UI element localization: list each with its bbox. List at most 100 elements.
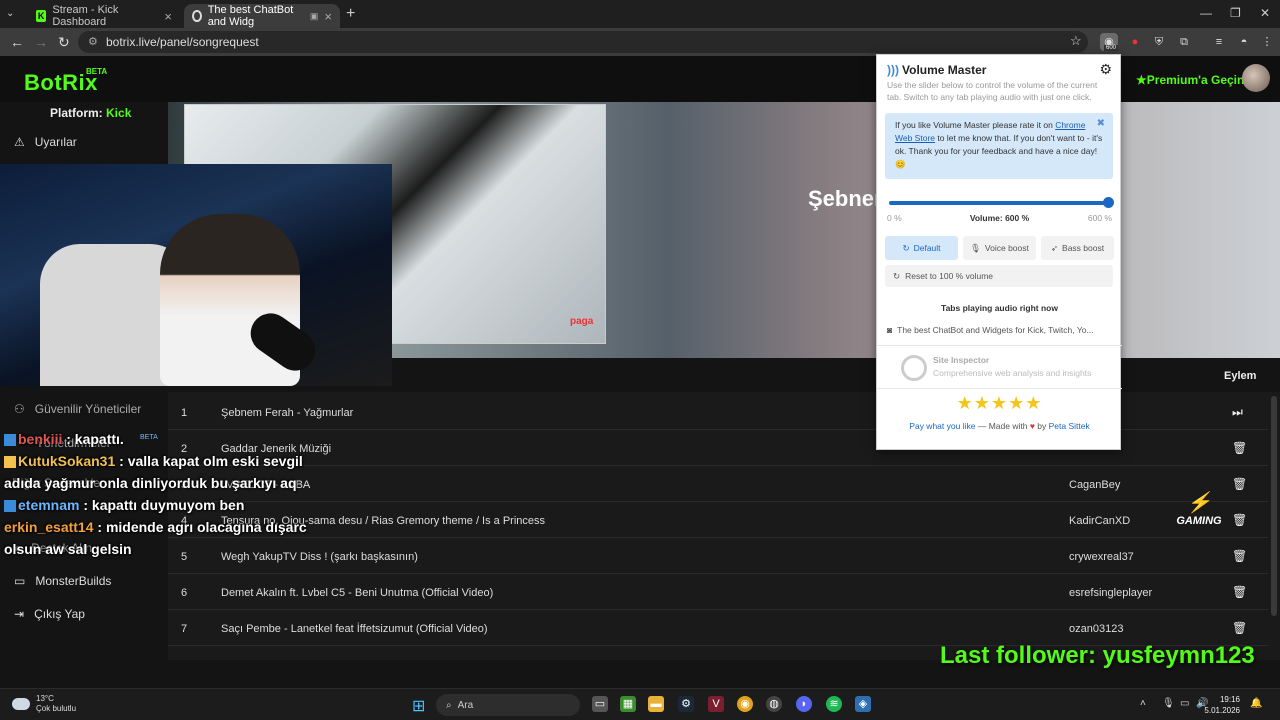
song-title: Demet Akalın ft. Lvbel C5 - Beni Unutma … — [221, 587, 494, 599]
minimize-button[interactable]: — — [1200, 6, 1212, 20]
recording-extension-icon[interactable]: ● — [1126, 33, 1144, 51]
requested-by: ozan03123 — [1069, 623, 1124, 635]
weather-widget[interactable]: 13°C Çok bulutlu — [12, 694, 76, 714]
author-link[interactable]: Peta Sittek — [1049, 421, 1090, 431]
user-avatar[interactable] — [1242, 64, 1270, 92]
forward-button[interactable]: → — [34, 34, 48, 50]
settings-gear-icon[interactable]: ⚙ — [1099, 61, 1112, 78]
close-tab-icon[interactable]: × — [324, 9, 332, 24]
chat-text: : kapattı duymuyom ben — [83, 497, 245, 513]
trash-icon[interactable]: 🗑 — [1232, 621, 1247, 635]
browser-tab-botrix[interactable]: The best ChatBot and Widg ▣ × — [184, 4, 340, 28]
preset-bass-boost-button[interactable]: ➶ Bass boost — [1041, 236, 1114, 260]
reload-button[interactable]: ↻ — [58, 34, 70, 51]
table-scrollbar[interactable] — [1271, 396, 1277, 616]
tab-search-icon[interactable]: ⌄ — [6, 8, 14, 19]
steam-icon[interactable]: ⚙ — [678, 696, 694, 712]
gaming-logo-text: GAMING — [1176, 515, 1222, 527]
last-follower-overlay: Last follower: yusfeymn123 — [940, 642, 1255, 669]
reading-list-icon[interactable]: ≡ — [1210, 33, 1228, 51]
spotify-icon[interactable]: ≋ — [826, 696, 842, 712]
taskbar-clock[interactable]: 19:16 5.01.2026 — [1196, 694, 1240, 716]
task-view-icon[interactable]: ▭ — [592, 696, 608, 712]
close-notice-icon[interactable]: ✖ — [1097, 117, 1105, 130]
preset-voice-boost-button[interactable]: 🎙 Voice boost — [963, 236, 1036, 260]
kick-favicon-icon: K — [36, 10, 47, 22]
trash-icon[interactable]: 🗑 — [1232, 513, 1247, 527]
discord-icon[interactable]: ◗ — [796, 696, 812, 712]
chat-username: KutukSokan31 — [18, 453, 116, 469]
preset-default-button[interactable]: ↻ Default — [885, 236, 958, 260]
network-app-icon[interactable]: ◈ — [855, 696, 871, 712]
extension-badge: 600 — [1104, 45, 1119, 51]
chat-message: erkin_esatt14 : midende agrı olacagına d… — [4, 516, 334, 560]
volume-slider-track[interactable] — [889, 201, 1109, 205]
maximize-button[interactable]: ❐ — [1230, 6, 1241, 20]
windows-taskbar — [0, 688, 1280, 720]
back-button[interactable]: ← — [10, 34, 24, 50]
row-number: 7 — [181, 623, 188, 635]
rating-stars[interactable]: ★★★★★ — [877, 393, 1122, 414]
sidebar-item-monsterbuilds[interactable]: ▭ MonsterBuilds — [14, 574, 111, 588]
gaming-logo: ⚡ GAMING — [1166, 490, 1232, 530]
site-info-icon[interactable]: ⚙ — [88, 35, 98, 48]
popup-title: ))) Volume Master — [887, 63, 986, 77]
notification-bell-icon[interactable]: 🔔 — [1250, 698, 1262, 709]
chat-username: erkin_esatt14 — [4, 519, 94, 535]
bookmark-star-icon[interactable]: ☆ — [1070, 33, 1082, 49]
trash-icon[interactable]: 🗑 — [1232, 549, 1247, 563]
divider — [877, 345, 1122, 346]
site-inspector-title[interactable]: Site Inspector — [933, 355, 989, 365]
users-icon: ⚇ — [14, 402, 25, 416]
refresh-icon: ↻ — [902, 242, 910, 253]
tabs-playing-header: Tabs playing audio right now — [941, 303, 1058, 313]
sidebar-item-cikis[interactable]: ⇥ Çıkış Yap — [14, 607, 85, 621]
tray-chevron-icon[interactable]: ˄ — [1140, 698, 1146, 709]
trash-icon[interactable]: 🗑 — [1232, 477, 1247, 491]
extensions-puzzle-icon[interactable]: ⧉ — [1175, 33, 1193, 51]
network-tray-icon[interactable]: ▭ — [1180, 698, 1189, 709]
refresh-icon: ↻ — [893, 270, 901, 281]
song-title: Şebnem Ferah - Yağmurlar — [221, 407, 354, 419]
audio-playing-icon[interactable]: ▣ — [310, 11, 319, 22]
trash-icon[interactable]: 🗑 — [1232, 585, 1247, 599]
browser-tab-kick-dashboard[interactable]: K Stream - Kick Dashboard × — [28, 4, 180, 28]
obs-icon[interactable]: ◍ — [766, 696, 782, 712]
pay-what-you-like-link[interactable]: Pay what you like — [909, 421, 975, 431]
preset-label: Bass boost — [1062, 243, 1105, 253]
weather-desc: Çok bulutlu — [36, 704, 77, 713]
new-tab-button[interactable]: + — [346, 5, 355, 23]
skip-icon[interactable]: ⏭ — [1232, 405, 1243, 420]
volume-slider-handle[interactable] — [1103, 197, 1114, 208]
notice-text-pre: If you like Volume Master please rate it… — [895, 120, 1053, 130]
reset-volume-button[interactable]: ↻ Reset to 100 % volume — [885, 265, 1113, 287]
taskbar-search[interactable]: ⌕ Ara — [436, 694, 580, 716]
premium-button[interactable]: ★Premium'a Geçin — [1136, 73, 1244, 87]
requested-by: esrefsingleplayer — [1069, 587, 1153, 599]
audio-tab-item[interactable]: ◙ The best ChatBot and Widgets for Kick,… — [887, 325, 1094, 335]
row-number: 6 — [181, 587, 188, 599]
minecraft-icon[interactable]: ▦ — [620, 696, 636, 712]
sidebar-item-uyarilar[interactable]: ⚠ Uyarılar — [14, 135, 77, 149]
sidebar-item-guvenilir[interactable]: ⚇ Güvenilir Yöneticiler — [14, 402, 141, 416]
close-window-button[interactable]: ✕ — [1260, 6, 1270, 20]
requested-by: crywexreal37 — [1069, 551, 1134, 563]
rocket-icon: ➶ — [1050, 242, 1059, 253]
valorant-icon[interactable]: V — [708, 696, 724, 712]
shield-extension-icon[interactable]: ⛨ — [1150, 33, 1168, 51]
tab-title: The best ChatBot and Widg — [207, 4, 294, 28]
windows-start-icon[interactable]: ⊞ — [412, 696, 425, 716]
site-inspector-logo-icon[interactable] — [901, 355, 927, 381]
address-bar[interactable]: ⚙ botrix.live/panel/songrequest — [78, 31, 1088, 53]
clock-time: 19:16 — [1219, 695, 1240, 704]
file-explorer-icon[interactable]: ▬ — [648, 696, 664, 712]
crown-icon — [4, 456, 16, 469]
trash-icon[interactable]: 🗑 — [1232, 441, 1247, 455]
browser-menu-icon[interactable]: ⋮ — [1258, 33, 1276, 51]
profile-avatar-icon[interactable]: ◓ — [1235, 33, 1253, 51]
audio-tab-title: The best ChatBot and Widgets for Kick, T… — [897, 325, 1094, 335]
microphone-tray-icon[interactable]: 🎙 — [1162, 698, 1175, 709]
footer-by: by — [1037, 421, 1047, 431]
close-tab-icon[interactable]: × — [164, 9, 172, 24]
chrome-icon[interactable]: ◉ — [737, 696, 753, 712]
